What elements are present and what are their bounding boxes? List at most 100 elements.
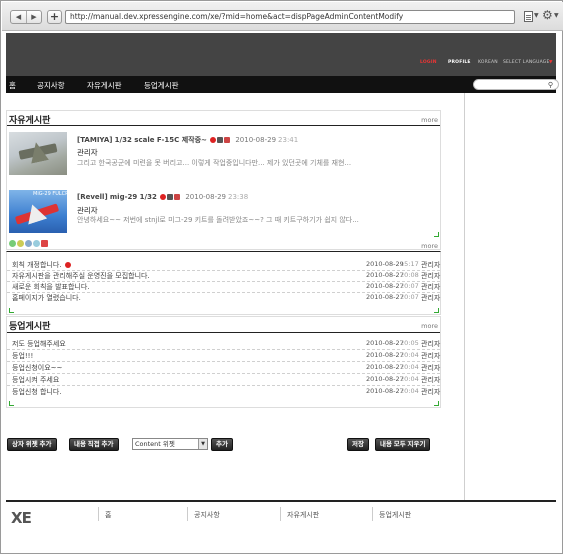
- plus-icon: +: [49, 10, 60, 23]
- thumbnail-caption: MiG-29 FULCRUM: [33, 191, 77, 197]
- post-time: 23:38: [228, 193, 249, 201]
- list-item-time: 20:08: [400, 271, 419, 279]
- more-link[interactable]: more: [421, 322, 438, 330]
- post-subject[interactable]: 1/32 scale F-15C 제작중~: [115, 136, 207, 144]
- search-input[interactable]: ⚲: [473, 79, 559, 90]
- list-item-author[interactable]: 관리자: [421, 339, 440, 349]
- nav-item-levelup-board[interactable]: 등업게시판: [144, 80, 179, 91]
- add-box-widget-button[interactable]: 상자 위젯 추가: [7, 438, 57, 451]
- copy-icon[interactable]: [25, 240, 32, 247]
- post-author[interactable]: 관리자: [77, 147, 98, 158]
- footer-item-free-board[interactable]: 자유게시판: [287, 510, 319, 520]
- list-item[interactable]: 등업시켜 주세요 2010-08-27 20:04 관리자: [12, 375, 440, 385]
- search-icon[interactable]: ⚲: [548, 81, 553, 89]
- post-thumbnail[interactable]: [9, 132, 67, 175]
- list-item-title[interactable]: 저도 등업해주세요: [12, 339, 66, 349]
- post-title[interactable]: [TAMIYA] 1/32 scale F-15C 제작중~ 2010-08-2…: [77, 135, 298, 145]
- nav-item-notice[interactable]: 공지사항: [37, 80, 65, 91]
- footer-item-levelup-board[interactable]: 등업게시판: [379, 510, 411, 520]
- list-item-author[interactable]: 관리자: [421, 387, 440, 397]
- list-item-title[interactable]: 등업신청이요~~: [12, 363, 62, 373]
- add-content-button[interactable]: 내용 직접 추가: [69, 438, 119, 451]
- list-item[interactable]: 등업신청이요~~ 2010-08-27 20:04 관리자: [12, 363, 440, 373]
- divider: [280, 507, 281, 521]
- login-link[interactable]: LOGIN: [420, 60, 437, 65]
- list-item[interactable]: 회칙 개정합니다. 2010-08-29 15:17 관리자: [12, 260, 440, 270]
- list-item[interactable]: 새로운 회칙을 발표합니다. 2010-08-27 20:07 관리자: [12, 282, 440, 292]
- language-current[interactable]: KOREAN: [478, 60, 498, 65]
- gear-icon[interactable]: ⚙: [542, 8, 553, 22]
- browser-window: ◀ ▶ + http://manual.dev.xpressengine.com…: [0, 0, 563, 554]
- footer-item-notice[interactable]: 공지사항: [194, 510, 220, 520]
- file-icon: [224, 137, 231, 143]
- widget-free-board-gallery[interactable]: 자유게시판 more [TAMIYA] 1/32 scale F-15C 제작중…: [6, 110, 441, 250]
- post-title[interactable]: [Revell] mig-29 1/32 2010-08-29 23:38: [77, 193, 248, 201]
- list-item-title[interactable]: 홈페이지가 열렸습니다.: [12, 293, 81, 303]
- list-item-title[interactable]: 등업!!!: [12, 351, 33, 361]
- list-item[interactable]: 자유게시판을 관리해주실 운영진을 모집합니다. 2010-08-27 20:0…: [12, 271, 440, 281]
- post-subject[interactable]: mig-29 1/32: [110, 193, 157, 201]
- list-item-title[interactable]: 등업신청 합니다.: [12, 387, 62, 397]
- save-button[interactable]: 저장: [347, 438, 369, 451]
- divider: [98, 507, 99, 521]
- widget-title: 등업게시판: [9, 322, 51, 332]
- delete-icon[interactable]: [41, 240, 48, 247]
- add-button[interactable]: 추가: [211, 438, 233, 451]
- settings-icon[interactable]: [33, 240, 40, 247]
- list-item-title[interactable]: 등업시켜 주세요: [12, 375, 59, 385]
- address-bar[interactable]: http://manual.dev.xpressengine.com/xe/?m…: [65, 10, 515, 24]
- delete-all-button[interactable]: 내용 모두 지우기: [375, 438, 431, 451]
- widget-levelup-board[interactable]: 등업게시판 more 저도 등업해주세요 2010-08-27 20:05 관리…: [6, 316, 441, 408]
- list-item-title[interactable]: 자유게시판을 관리해주실 운영진을 모집합니다.: [12, 271, 150, 281]
- list-item-author[interactable]: 관리자: [421, 271, 440, 281]
- list-item[interactable]: 등업!!! 2010-08-27 20:04 관리자: [12, 351, 440, 361]
- nav-item-free-board[interactable]: 자유게시판: [87, 80, 122, 91]
- list-item-author[interactable]: 관리자: [421, 282, 440, 292]
- list-item-title[interactable]: 회칙 개정합니다.: [12, 260, 71, 270]
- list-item-author[interactable]: 관리자: [421, 375, 440, 385]
- chevron-down-icon[interactable]: ▼: [554, 12, 559, 19]
- back-button[interactable]: ◀: [11, 11, 26, 23]
- chevron-down-icon[interactable]: ▼: [534, 12, 539, 19]
- more-link[interactable]: more: [421, 116, 438, 124]
- list-item-date: 2010-08-29: [366, 260, 404, 268]
- widget-edit-toolbar: [9, 240, 48, 247]
- column-divider: [464, 93, 465, 500]
- nav-item-home[interactable]: 홈: [9, 80, 16, 91]
- resize-handle-icon[interactable]: [434, 308, 439, 313]
- xe-logo[interactable]: XE: [11, 509, 32, 527]
- list-item-author[interactable]: 관리자: [421, 363, 440, 373]
- list-item[interactable]: 등업신청 합니다. 2010-08-27 20:04 관리자: [12, 387, 440, 397]
- footer-item-home[interactable]: 홈: [105, 510, 111, 520]
- resize-handle-icon[interactable]: [434, 401, 439, 406]
- list-item-time: 20:04: [400, 375, 419, 383]
- image-icon: [217, 137, 224, 143]
- post-thumbnail[interactable]: MiG-29 FULCRUM: [9, 190, 77, 233]
- browser-toolbar: ◀ ▶ + http://manual.dev.xpressengine.com…: [2, 2, 563, 31]
- list-item-date: 2010-08-27: [366, 387, 404, 395]
- list-item-author[interactable]: 관리자: [421, 351, 440, 361]
- chevron-down-icon[interactable]: ▼: [549, 60, 553, 65]
- select-language-link[interactable]: SELECT LANGUAGE: [503, 60, 550, 65]
- resize-handle-icon[interactable]: [9, 308, 14, 313]
- list-item[interactable]: 저도 등업해주세요 2010-08-27 20:05 관리자: [12, 339, 440, 349]
- list-item-date: 2010-08-27: [366, 271, 404, 279]
- list-item[interactable]: 홈페이지가 열렸습니다. 2010-08-27 20:07 관리자: [12, 293, 440, 303]
- add-bookmark-button[interactable]: +: [47, 10, 62, 24]
- widget-type-select[interactable]: Content 위젯 ▼: [132, 438, 208, 450]
- move-icon[interactable]: [9, 240, 16, 247]
- new-icon: [210, 137, 217, 143]
- list-item-time: 15:17: [400, 260, 419, 268]
- resize-handle-icon[interactable]: [434, 232, 439, 237]
- page-icon[interactable]: [524, 11, 533, 22]
- widget-notice-list[interactable]: 회칙 개정합니다. 2010-08-29 15:17 관리자 자유게시판을 관리…: [6, 251, 441, 315]
- list-item-author[interactable]: 관리자: [421, 260, 440, 270]
- more-link[interactable]: more: [421, 242, 438, 250]
- resize-handle-icon[interactable]: [9, 401, 14, 406]
- edit-icon[interactable]: [17, 240, 24, 247]
- chevron-down-icon[interactable]: ▼: [198, 439, 207, 449]
- profile-link[interactable]: PROFILE: [448, 60, 471, 65]
- forward-button[interactable]: ▶: [26, 11, 41, 23]
- list-item-author[interactable]: 관리자: [421, 293, 440, 303]
- list-item-title[interactable]: 새로운 회칙을 발표합니다.: [12, 282, 90, 292]
